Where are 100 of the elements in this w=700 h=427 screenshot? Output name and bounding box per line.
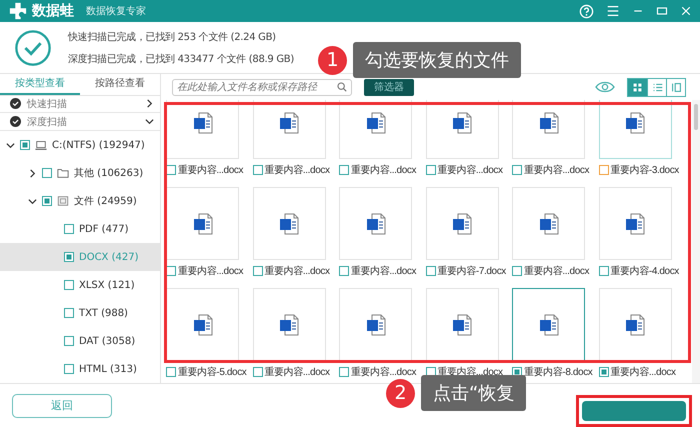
word-document-icon [192, 112, 212, 134]
drive-icon [35, 139, 47, 151]
file-thumbnail[interactable] [512, 288, 585, 361]
word-document-icon [279, 212, 299, 234]
tree-label: XLSX (121) [79, 280, 135, 290]
callout-bubble: 点击“恢复 [421, 375, 526, 411]
step-number-badge: 2 [386, 378, 415, 408]
tree-item[interactable]: XLSX (121) [0, 271, 160, 299]
checkbox[interactable] [252, 266, 262, 276]
word-document-icon [366, 314, 386, 336]
filter-button[interactable]: 筛选器 [364, 78, 414, 96]
chevron-down-icon[interactable] [28, 196, 37, 206]
checkbox[interactable] [64, 252, 74, 262]
word-document-icon [625, 212, 645, 234]
file-name: 重要内容-3.docx [610, 164, 679, 177]
checkbox[interactable] [166, 165, 176, 175]
scan-section[interactable]: 快速扫描 [0, 96, 160, 114]
checkbox[interactable] [64, 336, 74, 346]
app-subtitle: 数据恢复专家 [86, 4, 146, 18]
scan-section[interactable]: 深度扫描 [0, 113, 160, 131]
chevron-right-icon[interactable] [28, 168, 37, 178]
check-circle-icon [14, 28, 52, 66]
checkbox[interactable] [598, 367, 608, 377]
checkbox[interactable] [252, 165, 262, 175]
checkbox[interactable] [598, 165, 608, 175]
tree-item[interactable]: 其他 (106263) [0, 159, 160, 187]
file-name: 重要内容...docx [524, 264, 590, 278]
word-document-icon [192, 314, 212, 336]
checkbox[interactable] [64, 280, 74, 290]
scrollbar-thumb[interactable] [694, 104, 698, 130]
scan-label: 快速扫描 [27, 98, 68, 111]
word-document-icon [625, 314, 645, 336]
checkbox[interactable] [20, 140, 30, 150]
checkbox[interactable] [426, 266, 436, 276]
checkbox[interactable] [339, 367, 349, 377]
grid-view-button[interactable] [628, 78, 647, 96]
tree-item[interactable]: TXT (988) [0, 299, 160, 327]
checkbox[interactable] [339, 266, 349, 276]
word-document-icon [279, 314, 299, 336]
scan-label: 深度扫描 [27, 116, 68, 129]
file-name: 重要内容...docx [264, 264, 330, 278]
chevron-down-icon[interactable] [6, 140, 15, 150]
file-name: 重要内容-5.docx [178, 366, 246, 379]
tree-label: TXT (988) [79, 308, 128, 318]
maximize-icon[interactable] [656, 5, 668, 17]
file-name: 重要内容...docx [351, 164, 416, 177]
file-thumbnail[interactable] [598, 100, 672, 159]
checkbox[interactable] [252, 367, 262, 377]
tree-item[interactable]: PDF (477) [0, 215, 160, 243]
checkbox[interactable] [42, 168, 52, 178]
callout-bubble: 勾选要恢复的文件 [353, 42, 521, 78]
tree-label: 其他 (106263) [74, 166, 144, 180]
file-name: 重要内容...docx [438, 164, 503, 177]
scan-summary: 快速扫描已完成，已找到 253 个文件 (2.24 GB) [68, 30, 277, 44]
tree-item[interactable]: HTML (313) [0, 355, 160, 383]
recover-button[interactable] [582, 400, 686, 420]
detail-icon [670, 80, 682, 94]
checkbox[interactable] [426, 165, 436, 175]
word-document-icon [452, 212, 472, 234]
checkbox[interactable] [64, 308, 74, 318]
step-number-badge: 1 [318, 46, 347, 74]
checkbox[interactable] [64, 224, 74, 234]
image-file-icon [57, 195, 69, 207]
tree-item[interactable]: 文件 (24959) [0, 187, 160, 215]
tree-item[interactable]: DAT (3058) [0, 327, 160, 355]
checkbox[interactable] [598, 266, 608, 276]
checkbox[interactable] [339, 165, 349, 175]
word-document-icon [538, 212, 558, 234]
file-name: 重要内容-4.docx [610, 264, 679, 278]
checkbox[interactable] [64, 364, 74, 374]
file-name: 重要内容...docx [351, 366, 416, 379]
tree-label: 文件 (24959) [74, 194, 137, 208]
help-icon[interactable] [579, 4, 594, 18]
eye-icon[interactable] [595, 81, 615, 93]
word-document-icon [625, 112, 645, 134]
file-name: 重要内容...docx [178, 164, 244, 177]
tree-item[interactable]: C:(NTFS) (192947) [0, 131, 160, 159]
checkbox[interactable] [512, 266, 522, 276]
checkbox[interactable] [512, 165, 522, 175]
search-icon[interactable] [337, 82, 347, 92]
file-name: 重要内容...docx [178, 264, 244, 278]
close-icon[interactable] [680, 5, 692, 17]
menu-icon[interactable] [606, 4, 620, 18]
app-name: 数据蛙 [32, 2, 74, 20]
tree-label: PDF (477) [79, 224, 129, 234]
file-name: 重要内容...docx [351, 264, 416, 278]
tree-label: HTML (313) [79, 364, 137, 374]
checkbox[interactable] [166, 367, 176, 377]
file-name: 重要内容-8.docx [524, 366, 592, 379]
file-name: 重要内容...docx [610, 366, 676, 379]
checkbox[interactable] [42, 196, 52, 206]
word-document-icon [452, 112, 472, 134]
file-name: 重要内容...docx [264, 164, 330, 177]
word-document-icon [538, 314, 558, 336]
checkbox[interactable] [166, 266, 176, 276]
grid-icon [631, 80, 644, 94]
view-tab[interactable]: 按路径查看 [80, 74, 160, 95]
file-name: 重要内容-7.docx [438, 264, 506, 278]
check-circle-icon [10, 116, 21, 128]
word-document-icon [452, 314, 472, 336]
